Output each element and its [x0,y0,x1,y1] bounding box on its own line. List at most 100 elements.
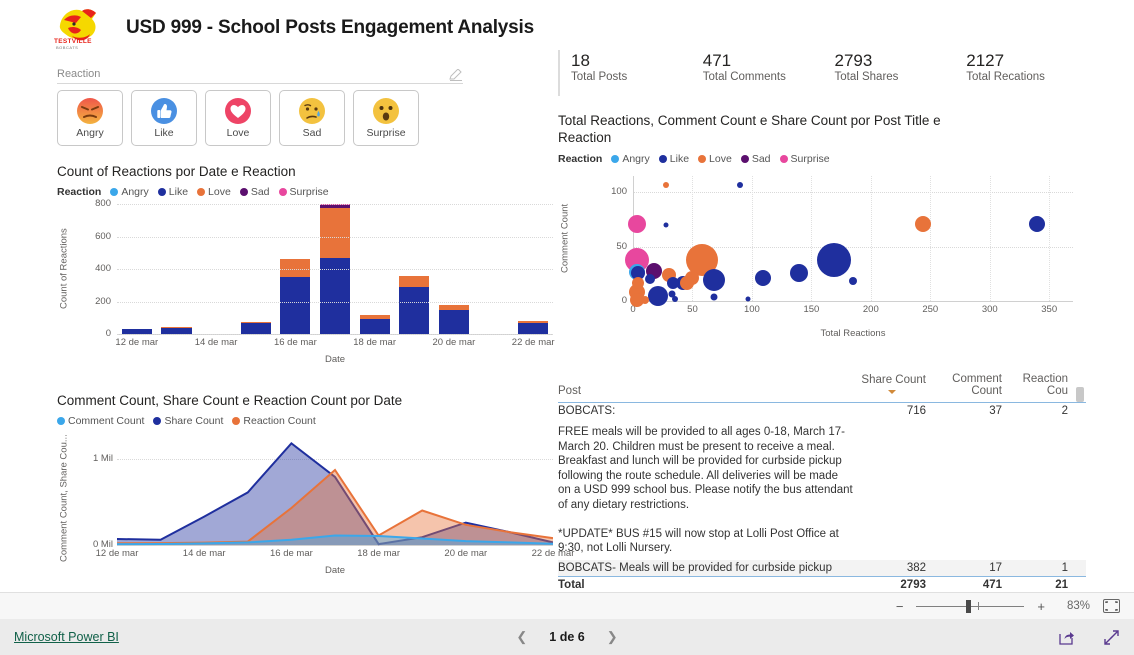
chart2-plot: Comment Count, Share Cou... Date 0 Mil 1 … [57,433,575,576]
gridline [870,176,872,301]
scatter-point[interactable] [1029,215,1046,232]
zoom-out-button[interactable]: − [896,599,904,614]
scatter-point[interactable] [647,285,668,306]
zoom-percent-label: 83% [1066,600,1090,612]
y-axis-tick: 0 [105,328,111,339]
fullscreen-icon[interactable] [1103,629,1120,646]
legend-item-like[interactable]: Like [157,186,189,198]
scatter-point[interactable] [663,181,670,188]
scatter-point[interactable] [790,263,809,282]
legend-item-love[interactable]: Love [698,153,732,165]
scatter-point[interactable] [710,293,718,301]
chart2-y-axis-label: Comment Count, Share Cou... [58,434,70,562]
bar-column[interactable] [518,321,549,334]
zoom-slider[interactable] [916,599,1025,613]
scatter-point[interactable] [671,295,678,302]
bar-column[interactable] [438,304,469,334]
zoom-in-button[interactable]: + [1037,599,1045,614]
scatter-point[interactable] [915,215,932,232]
column-header-reaction-count[interactable]: Reaction Cou [1010,370,1076,402]
table-row[interactable]: BOBCATS: 716 37 2 [558,403,1086,419]
eraser-icon[interactable] [449,68,463,81]
scatter-point[interactable] [663,222,669,228]
scatter-point[interactable] [849,277,857,286]
legend-swatch [740,155,749,163]
column-header-comment-count[interactable]: Comment Count [934,370,1010,402]
x-axis-tick: 150 [803,304,820,315]
scatter-point[interactable] [702,269,725,292]
slicer-header: Reaction [57,68,463,84]
share-icon[interactable] [1058,629,1075,646]
scatter-point[interactable] [631,276,644,289]
x-axis-tick: 18 de mar [357,548,400,559]
y-axis-tick: 50 [616,240,627,252]
kpi-total-comments[interactable]: 471 Total Comments [703,50,835,96]
legend-item-surprise[interactable]: Surprise [779,153,830,165]
scatter-y-axis-label: Comment Count [559,203,571,274]
legend-item-angry[interactable]: Angry [611,153,650,165]
column-header-share-count[interactable]: Share Count [858,371,934,402]
scatter-point[interactable] [640,295,649,304]
report-header: TESTVILLE BOBCATS USD 999 - School Posts… [52,5,534,51]
page-title: USD 999 - School Posts Engagement Analys… [126,17,534,38]
scatter-point[interactable] [745,296,751,302]
legend-item-share-count[interactable]: Share Count [153,415,223,427]
chart2-title: Comment Count, Share Count e Reaction Co… [57,393,403,408]
cell-share-count: 716 [906,405,926,417]
legend-item-comment-count[interactable]: Comment Count [57,415,144,427]
reactions-by-date-chart: Count of Reactions por Date e Reaction R… [57,164,557,365]
bar-column[interactable] [399,275,430,334]
surprised-emoji [372,97,400,125]
gridline [117,269,553,270]
legend-item-sad[interactable]: Sad [239,186,270,198]
x-axis-tick: 16 de mar [273,337,317,348]
legend-item-angry[interactable]: Angry [110,186,149,198]
scatter-point[interactable] [644,274,655,285]
x-axis-tick: 250 [922,304,939,315]
bar-column[interactable] [240,321,271,334]
scatter-point[interactable] [754,270,771,287]
slicer-tile-angry[interactable]: Angry [57,90,123,146]
legend-item-sad[interactable]: Sad [740,153,771,165]
scatter-point[interactable] [737,181,744,188]
legend-item-love[interactable]: Love [197,186,231,198]
legend-item-reaction-count[interactable]: Reaction Count [232,415,316,427]
scatter-point[interactable] [667,276,680,289]
legend-title: Reaction [57,186,102,198]
slicer-tile-love[interactable]: Love [205,90,271,146]
kpi-total-reactions[interactable]: 2127 Total Recations [966,50,1098,96]
gridline [117,236,553,238]
chevron-left-icon[interactable]: ❮ [516,629,527,645]
column-header-post[interactable]: Post [558,382,858,402]
slicer-tiles: Angry Like Love Sad Surprise [57,90,463,146]
scatter-point[interactable] [627,214,646,233]
scatter-point[interactable] [679,275,694,290]
kpi-total-shares[interactable]: 2793 Total Shares [835,50,967,96]
slicer-tile-surprise[interactable]: Surprise [353,90,419,146]
legend-item-like[interactable]: Like [658,153,689,165]
posts-table: Post Share Count Comment Count Reaction … [558,370,1086,592]
reaction-slicer: Reaction Angry Like Love Sad Surprise [57,68,463,146]
zoom-slider-thumb[interactable] [966,599,972,613]
legend-swatch [110,188,119,196]
fit-to-page-icon[interactable] [1103,599,1120,613]
scatter-point[interactable] [816,242,851,277]
slicer-tile-sad[interactable]: Sad [279,90,345,146]
bar-column[interactable] [359,314,390,334]
legend-item-surprise[interactable]: Surprise [278,186,329,198]
legend-swatch [153,417,162,425]
bar-column[interactable] [161,327,192,334]
kpi-total-posts[interactable]: 18 Total Posts [571,50,703,96]
y-axis-tick: 600 [95,230,111,242]
table-row[interactable]: BOBCATS- Meals will be provided for curb… [558,559,1086,576]
x-axis-tick: 200 [862,304,879,315]
x-axis-tick: 20 de mar [444,548,488,559]
scatter-x-axis [633,301,1073,302]
powerbi-brand-link[interactable]: Microsoft Power BI [14,630,119,644]
legend-swatch [157,188,166,196]
table-vertical-scrollbar[interactable] [1076,387,1084,402]
chart2-x-axis-label: Date [324,565,346,576]
legend-label: Like [168,186,189,198]
slicer-tile-like[interactable]: Like [131,90,197,146]
chevron-right-icon[interactable]: ❯ [607,629,618,645]
